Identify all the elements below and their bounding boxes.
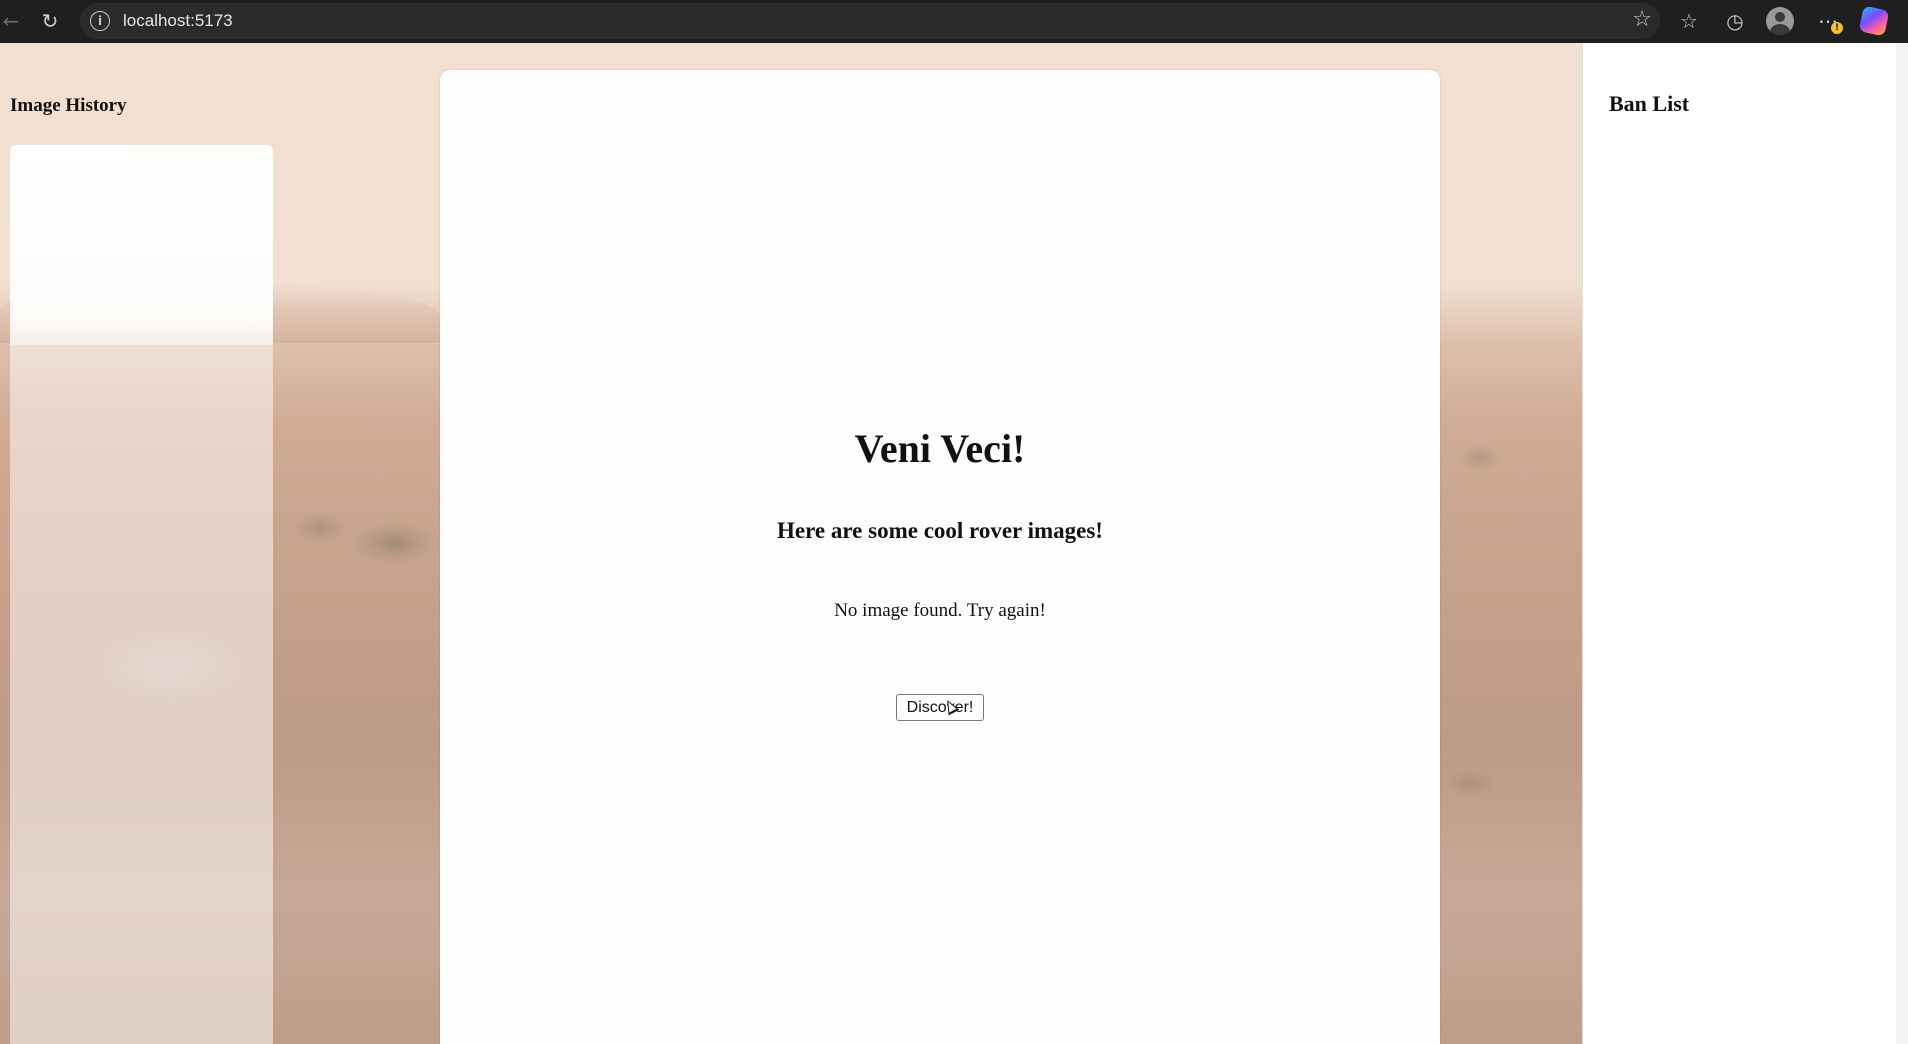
address-bar[interactable]: i localhost:5173 ☆ <box>80 3 1660 39</box>
reload-icon[interactable]: ↻ <box>33 4 67 38</box>
profile-icon[interactable] <box>1763 4 1797 38</box>
more-options-icon[interactable]: ⋯! <box>1811 4 1845 38</box>
page-viewport: Image History Veni Veci! Here are some c… <box>0 43 1908 1044</box>
page-subtitle: Here are some cool rover images! <box>777 518 1103 543</box>
history-icon[interactable]: ◷ <box>1718 4 1752 38</box>
warning-badge-icon: ! <box>1831 22 1843 34</box>
copilot-icon[interactable] <box>1857 4 1891 38</box>
url-text[interactable]: localhost:5173 <box>123 11 233 31</box>
page-title: Veni Veci! <box>854 426 1026 471</box>
browser-toolbar: ← ↻ i localhost:5173 ☆ ☆ ◷ ⋯! <box>0 0 1908 43</box>
back-arrow-icon[interactable]: ← <box>0 4 28 38</box>
copilot-logo <box>1858 5 1890 37</box>
ban-list-panel: Ban List <box>1582 43 1896 1044</box>
site-info-icon[interactable]: i <box>90 11 110 31</box>
image-history-panel-top <box>10 145 273 345</box>
image-history-title: Image History <box>10 95 127 116</box>
main-card: Veni Veci! Here are some cool rover imag… <box>440 70 1440 1044</box>
favorites-icon[interactable]: ☆ <box>1672 4 1706 38</box>
bookmark-star-icon[interactable]: ☆ <box>1632 7 1652 32</box>
ban-list-title: Ban List <box>1609 91 1690 116</box>
discover-button[interactable]: Discover! <box>896 694 984 721</box>
page-scrollbar[interactable] <box>1896 43 1908 1044</box>
avatar <box>1766 7 1794 35</box>
image-history-panel <box>10 145 273 1044</box>
status-message: No image found. Try again! <box>834 600 1046 621</box>
